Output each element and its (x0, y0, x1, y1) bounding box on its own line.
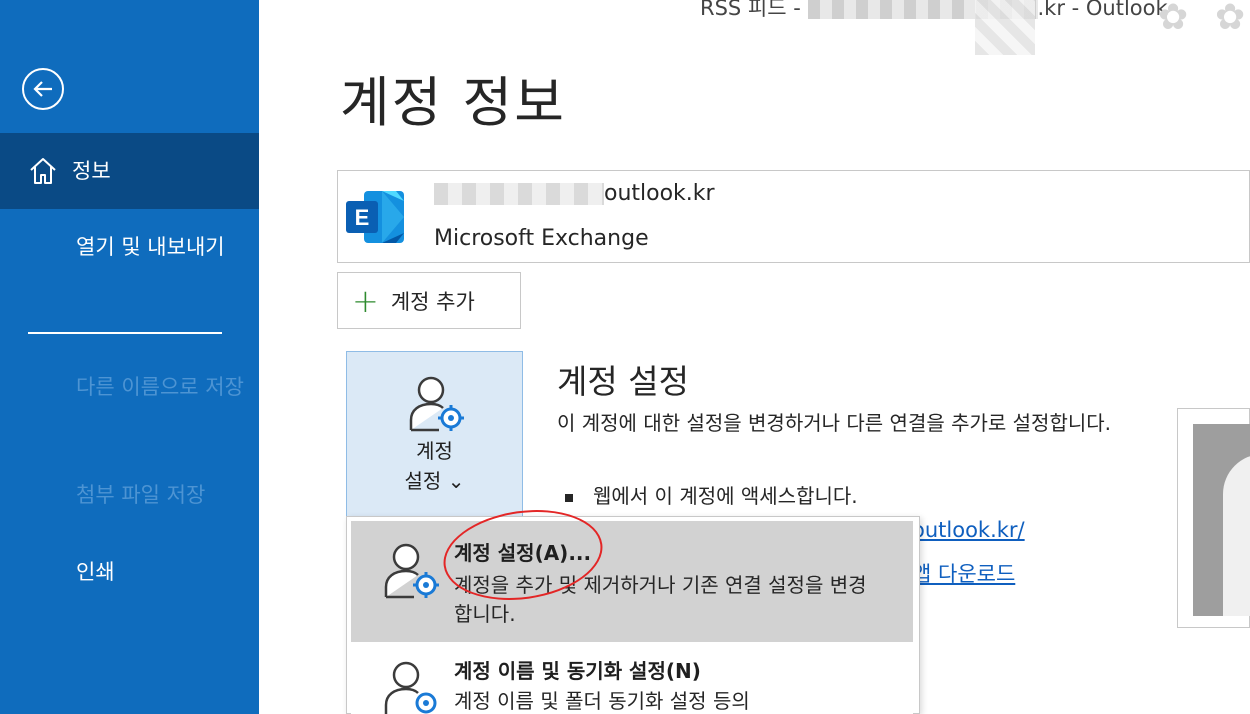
app-download-link[interactable]: 앱 다운로드 (912, 558, 1015, 588)
window-title-suffix: .kr - Outlook (1037, 0, 1168, 20)
outlook-web-link[interactable]: outlook.kr/ (912, 518, 1025, 542)
account-type: Microsoft Exchange (434, 226, 649, 251)
menu-item-description: 계정 이름 및 폴더 동기화 설정 등의 (454, 689, 750, 713)
plus-icon: + (352, 281, 379, 320)
blurred-email (434, 183, 604, 205)
sidebar-item-label: 인쇄 (76, 560, 115, 584)
tile-label-line1: 계정 (416, 439, 453, 463)
sidebar-item-save-attachments[interactable]: 첨부 파일 저장 (0, 480, 259, 510)
account-settings-icon (384, 543, 439, 599)
profile-picture[interactable] (1177, 408, 1250, 628)
account-email: outlook.kr (434, 181, 715, 206)
bullet-icon (565, 493, 573, 502)
sidebar-item-label: 첨부 파일 저장 (76, 483, 206, 507)
ribbon-decoration-icon: ✿ (1215, 0, 1246, 38)
add-account-button[interactable]: + 계정 추가 (337, 272, 521, 329)
backstage-sidebar: 정보 열기 및 내보내기 다른 이름으로 저장 첨부 파일 저장 인쇄 (0, 0, 259, 714)
sidebar-item-open-export[interactable]: 열기 및 내보내기 (0, 232, 259, 262)
back-button[interactable] (22, 68, 64, 110)
sidebar-item-info[interactable]: 정보 (0, 133, 259, 209)
window-title-prefix: RSS 피드 - (700, 0, 808, 20)
bullet-text: 웹에서 이 계정에 액세스합니다. (593, 484, 858, 508)
blurred-region (975, 0, 1035, 55)
window-title: RSS 피드 - .kr - Outlook (700, 0, 1168, 22)
account-email-domain: outlook.kr (604, 181, 715, 206)
menu-item-description: 계정을 추가 및 제거하거나 기존 연결 설정을 변경합니다. (454, 573, 867, 626)
ribbon-decoration-icon: ✿ (1158, 0, 1189, 38)
bullet-item: 웹에서 이 계정에 액세스합니다. (565, 480, 858, 509)
sidebar-item-label: 다른 이름으로 저장 (76, 375, 244, 399)
sidebar-item-print[interactable]: 인쇄 (0, 557, 259, 587)
sidebar-item-label: 정보 (72, 159, 111, 183)
page-title: 계정 정보 (340, 71, 566, 134)
menu-item-title: 계정 이름 및 동기화 설정(N) (454, 659, 701, 683)
section-title: 계정 설정 (557, 362, 689, 401)
account-settings-button[interactable]: 계정 설정 ⌄ (346, 351, 523, 517)
sidebar-item-save-as[interactable]: 다른 이름으로 저장 (0, 372, 259, 402)
menu-item-account-settings[interactable]: 계정 설정(A)... 계정을 추가 및 제거하거나 기존 연결 설정을 변경합… (351, 521, 913, 642)
account-settings-label: 계정 설정 ⌄ (347, 436, 522, 496)
menu-item-title: 계정 설정(A)... (454, 541, 592, 565)
sidebar-divider (28, 332, 222, 334)
exchange-logo-icon: E (346, 191, 404, 243)
sidebar-item-label: 열기 및 내보내기 (76, 235, 225, 259)
avatar (1193, 424, 1250, 616)
account-settings-icon (409, 376, 464, 432)
add-account-label: 계정 추가 (390, 289, 475, 314)
menu-item-name-sync-settings[interactable]: 계정 이름 및 동기화 설정(N) 계정 이름 및 폴더 동기화 설정 등의 (351, 645, 913, 714)
tile-label-line2: 설정 ⌄ (404, 469, 465, 493)
arrow-left-icon (33, 81, 52, 97)
person-silhouette-icon (1223, 454, 1250, 616)
home-icon (28, 156, 58, 186)
svg-text:E: E (355, 205, 370, 230)
account-settings-icon (384, 661, 437, 714)
section-description: 이 계정에 대한 설정을 변경하거나 다른 연결을 추가로 설정합니다. (557, 411, 1112, 435)
account-settings-menu: 계정 설정(A)... 계정을 추가 및 제거하거나 기존 연결 설정을 변경합… (346, 516, 920, 714)
account-selector[interactable]: E outlook.kr Microsoft Exchange (337, 170, 1250, 263)
